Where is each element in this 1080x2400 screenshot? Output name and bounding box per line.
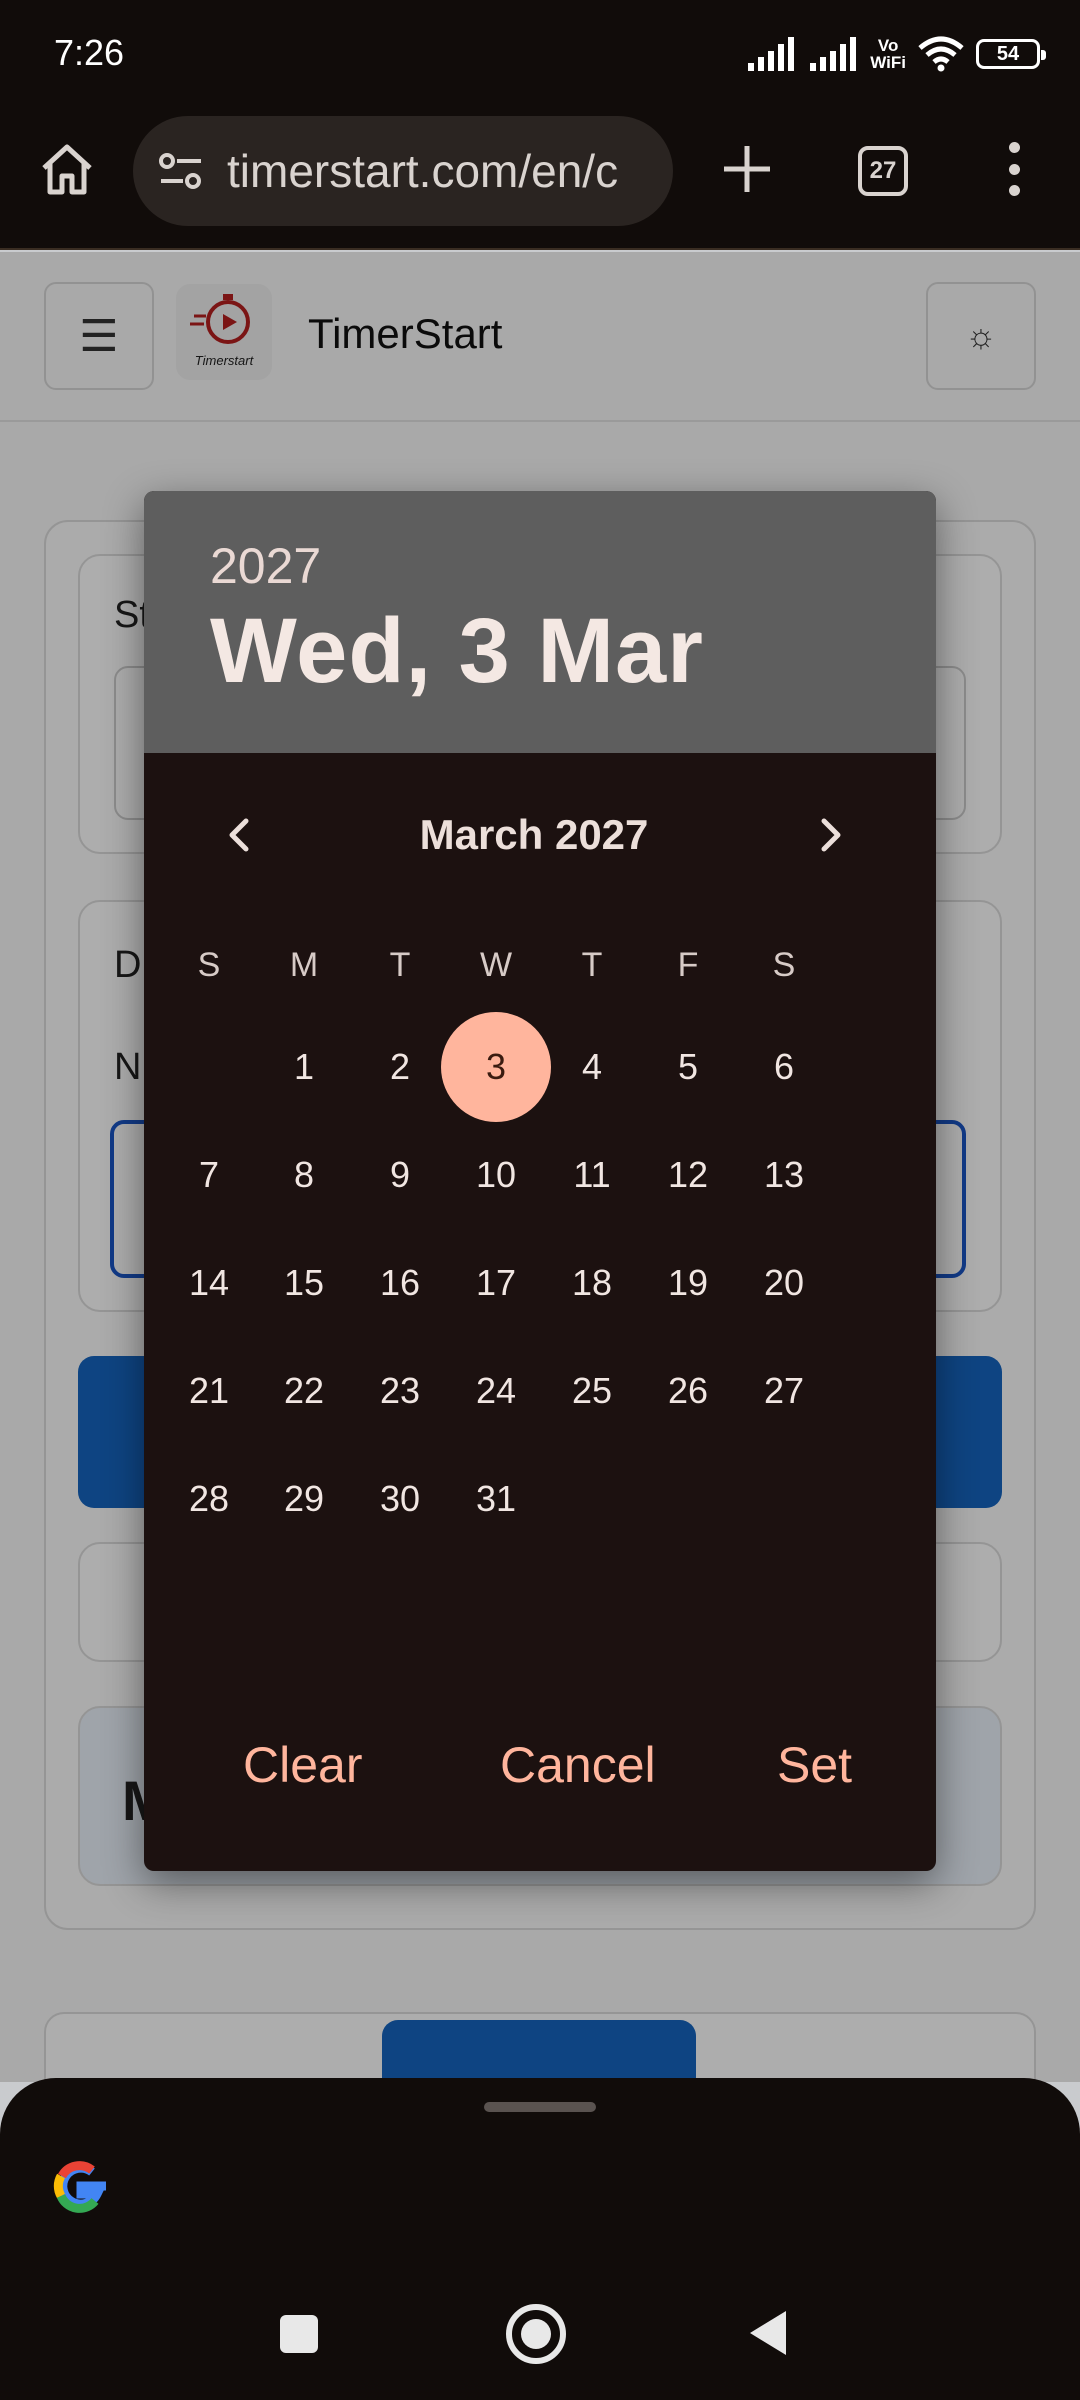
calendar-day[interactable]: 5 [640,1019,736,1115]
google-icon[interactable] [48,2154,112,2218]
calendar-day[interactable]: 25 [544,1343,640,1439]
selected-year[interactable]: 2027 [210,537,321,595]
tab-switcher-button[interactable]: 27 [858,146,908,196]
status-bar: 7:26 Vo WiFi 54 [0,0,1080,110]
dialog-actions: Clear Cancel Set [144,1736,936,1816]
home-icon[interactable] [36,138,98,200]
calendar-day[interactable]: 1 [256,1019,352,1115]
signal-icon [748,37,795,71]
address-bar[interactable]: timerstart.com/en/c [133,116,673,226]
calendar-day[interactable]: 21 [161,1343,257,1439]
chevron-right-icon [821,818,841,852]
calendar-day[interactable]: 28 [161,1451,257,1547]
calendar-day[interactable]: 14 [161,1235,257,1331]
calendar-day[interactable]: 10 [448,1127,544,1223]
sheet-drag-handle[interactable] [484,2102,596,2112]
calendar-day[interactable]: 17 [448,1235,544,1331]
calendar-day[interactable]: 13 [736,1127,832,1223]
chevron-left-icon [229,818,249,852]
calendar-day[interactable]: 7 [161,1127,257,1223]
weekday-label: F [677,945,699,984]
calendar-day[interactable]: 9 [352,1127,448,1223]
google-bottom-sheet [0,2078,1080,2400]
calendar-day[interactable]: 30 [352,1451,448,1547]
date-picker-dialog: 2027 Wed, 3 Mar March 2027 SMTWTFS 12345… [144,491,936,1871]
back-nav-icon[interactable] [746,2307,790,2359]
status-time: 7:26 [54,32,125,73]
weekday-label: S [197,945,221,984]
weekday-label: W [479,945,513,984]
month-year-label: March 2027 [419,811,649,858]
calendar-day[interactable]: 24 [448,1343,544,1439]
status-icons: Vo WiFi 54 [746,30,1046,78]
weekday-label: T [389,945,411,984]
home-nav-button[interactable] [506,2304,566,2364]
calendar-day[interactable]: 29 [256,1451,352,1547]
recent-apps-button[interactable] [280,2315,318,2353]
more-menu-icon[interactable] [996,136,1032,202]
set-button[interactable]: Set [777,1736,852,1794]
calendar-day[interactable]: 11 [544,1127,640,1223]
browser-toolbar: timerstart.com/en/c 27 [0,110,1080,250]
calendar-day[interactable]: 18 [544,1235,640,1331]
calendar-day[interactable]: 19 [640,1235,736,1331]
weekday-label: S [772,945,796,984]
calendar-day[interactable]: 2 [352,1019,448,1115]
calendar-day[interactable]: 20 [736,1235,832,1331]
date-picker-header: 2027 Wed, 3 Mar [144,491,936,753]
new-tab-icon[interactable] [716,138,778,200]
wifi-icon [918,36,964,72]
calendar-day[interactable]: 22 [256,1343,352,1439]
signal-icon-2 [810,37,857,71]
url-text: timerstart.com/en/c [227,145,619,197]
next-month-button[interactable] [790,795,870,875]
calendar-day[interactable]: 31 [448,1451,544,1547]
calendar-day[interactable]: 27 [736,1343,832,1439]
calendar-day-selected[interactable]: 3 [441,1012,551,1122]
selected-date-label: Wed, 3 Mar [210,600,704,702]
calendar-day[interactable]: 16 [352,1235,448,1331]
vowifi-icon: Vo WiFi [870,36,906,72]
calendar-day[interactable]: 15 [256,1235,352,1331]
clear-button[interactable]: Clear [243,1736,362,1794]
calendar-day[interactable]: 23 [352,1343,448,1439]
calendar-day[interactable]: 12 [640,1127,736,1223]
weekday-label: M [289,945,319,984]
calendar-day[interactable]: 8 [256,1127,352,1223]
calendar-day[interactable]: 26 [640,1343,736,1439]
previous-month-button[interactable] [200,795,280,875]
weekday-label: T [581,945,603,984]
battery-icon: 54 [976,39,1046,69]
cancel-button[interactable]: Cancel [500,1736,656,1794]
calendar-day[interactable]: 4 [544,1019,640,1115]
site-settings-icon[interactable] [157,151,205,191]
calendar-day[interactable]: 6 [736,1019,832,1115]
